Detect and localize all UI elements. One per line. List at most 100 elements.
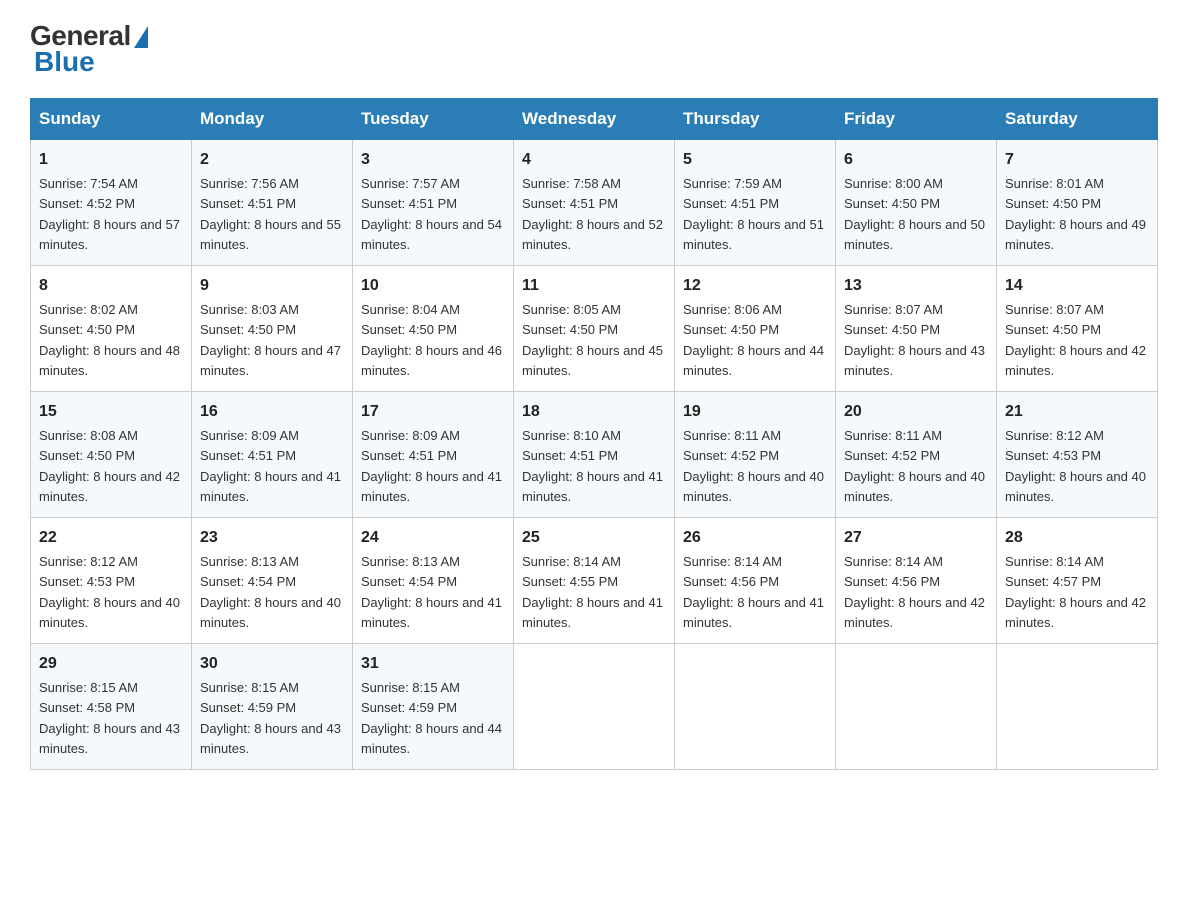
day-info: Sunrise: 8:15 AMSunset: 4:59 PMDaylight:…	[200, 680, 341, 756]
day-info: Sunrise: 7:58 AMSunset: 4:51 PMDaylight:…	[522, 176, 663, 252]
day-number: 19	[683, 400, 827, 424]
day-number: 14	[1005, 274, 1149, 298]
day-number: 8	[39, 274, 183, 298]
day-info: Sunrise: 8:03 AMSunset: 4:50 PMDaylight:…	[200, 302, 341, 378]
day-number: 9	[200, 274, 344, 298]
logo-blue-text: Blue	[34, 46, 95, 78]
day-number: 30	[200, 652, 344, 676]
page-header: General Blue	[30, 20, 1158, 78]
calendar-cell: 11 Sunrise: 8:05 AMSunset: 4:50 PMDaylig…	[514, 266, 675, 392]
day-number: 23	[200, 526, 344, 550]
day-info: Sunrise: 8:11 AMSunset: 4:52 PMDaylight:…	[683, 428, 824, 504]
day-number: 29	[39, 652, 183, 676]
day-number: 26	[683, 526, 827, 550]
day-number: 28	[1005, 526, 1149, 550]
calendar-header-row: SundayMondayTuesdayWednesdayThursdayFrid…	[31, 99, 1158, 140]
day-number: 10	[361, 274, 505, 298]
calendar-cell: 17 Sunrise: 8:09 AMSunset: 4:51 PMDaylig…	[353, 392, 514, 518]
column-header-wednesday: Wednesday	[514, 99, 675, 140]
calendar-cell: 10 Sunrise: 8:04 AMSunset: 4:50 PMDaylig…	[353, 266, 514, 392]
calendar-cell: 1 Sunrise: 7:54 AMSunset: 4:52 PMDayligh…	[31, 140, 192, 266]
day-number: 27	[844, 526, 988, 550]
day-info: Sunrise: 8:14 AMSunset: 4:56 PMDaylight:…	[683, 554, 824, 630]
day-number: 13	[844, 274, 988, 298]
column-header-tuesday: Tuesday	[353, 99, 514, 140]
calendar-cell: 15 Sunrise: 8:08 AMSunset: 4:50 PMDaylig…	[31, 392, 192, 518]
logo-triangle-icon	[134, 26, 148, 48]
column-header-friday: Friday	[836, 99, 997, 140]
day-number: 25	[522, 526, 666, 550]
calendar-table: SundayMondayTuesdayWednesdayThursdayFrid…	[30, 98, 1158, 770]
day-info: Sunrise: 8:14 AMSunset: 4:55 PMDaylight:…	[522, 554, 663, 630]
calendar-week-row: 22 Sunrise: 8:12 AMSunset: 4:53 PMDaylig…	[31, 518, 1158, 644]
calendar-cell: 13 Sunrise: 8:07 AMSunset: 4:50 PMDaylig…	[836, 266, 997, 392]
day-info: Sunrise: 8:13 AMSunset: 4:54 PMDaylight:…	[361, 554, 502, 630]
calendar-cell: 9 Sunrise: 8:03 AMSunset: 4:50 PMDayligh…	[192, 266, 353, 392]
day-info: Sunrise: 8:13 AMSunset: 4:54 PMDaylight:…	[200, 554, 341, 630]
calendar-cell: 8 Sunrise: 8:02 AMSunset: 4:50 PMDayligh…	[31, 266, 192, 392]
day-info: Sunrise: 8:07 AMSunset: 4:50 PMDaylight:…	[844, 302, 985, 378]
calendar-cell	[675, 644, 836, 770]
day-info: Sunrise: 8:12 AMSunset: 4:53 PMDaylight:…	[1005, 428, 1146, 504]
day-number: 22	[39, 526, 183, 550]
day-number: 24	[361, 526, 505, 550]
day-number: 5	[683, 148, 827, 172]
day-number: 31	[361, 652, 505, 676]
day-info: Sunrise: 8:05 AMSunset: 4:50 PMDaylight:…	[522, 302, 663, 378]
day-info: Sunrise: 8:10 AMSunset: 4:51 PMDaylight:…	[522, 428, 663, 504]
day-info: Sunrise: 7:59 AMSunset: 4:51 PMDaylight:…	[683, 176, 824, 252]
day-number: 21	[1005, 400, 1149, 424]
calendar-cell: 18 Sunrise: 8:10 AMSunset: 4:51 PMDaylig…	[514, 392, 675, 518]
calendar-cell	[836, 644, 997, 770]
day-number: 18	[522, 400, 666, 424]
day-number: 7	[1005, 148, 1149, 172]
column-header-saturday: Saturday	[997, 99, 1158, 140]
calendar-cell: 25 Sunrise: 8:14 AMSunset: 4:55 PMDaylig…	[514, 518, 675, 644]
day-number: 12	[683, 274, 827, 298]
day-info: Sunrise: 8:06 AMSunset: 4:50 PMDaylight:…	[683, 302, 824, 378]
day-number: 2	[200, 148, 344, 172]
day-info: Sunrise: 8:09 AMSunset: 4:51 PMDaylight:…	[361, 428, 502, 504]
day-info: Sunrise: 8:14 AMSunset: 4:57 PMDaylight:…	[1005, 554, 1146, 630]
day-number: 17	[361, 400, 505, 424]
calendar-cell: 27 Sunrise: 8:14 AMSunset: 4:56 PMDaylig…	[836, 518, 997, 644]
calendar-cell	[997, 644, 1158, 770]
calendar-cell: 20 Sunrise: 8:11 AMSunset: 4:52 PMDaylig…	[836, 392, 997, 518]
calendar-week-row: 29 Sunrise: 8:15 AMSunset: 4:58 PMDaylig…	[31, 644, 1158, 770]
calendar-cell	[514, 644, 675, 770]
day-number: 20	[844, 400, 988, 424]
calendar-cell: 24 Sunrise: 8:13 AMSunset: 4:54 PMDaylig…	[353, 518, 514, 644]
day-number: 11	[522, 274, 666, 298]
day-number: 16	[200, 400, 344, 424]
day-info: Sunrise: 8:07 AMSunset: 4:50 PMDaylight:…	[1005, 302, 1146, 378]
logo: General Blue	[30, 20, 148, 78]
day-number: 1	[39, 148, 183, 172]
day-info: Sunrise: 8:08 AMSunset: 4:50 PMDaylight:…	[39, 428, 180, 504]
day-info: Sunrise: 8:15 AMSunset: 4:58 PMDaylight:…	[39, 680, 180, 756]
day-info: Sunrise: 8:11 AMSunset: 4:52 PMDaylight:…	[844, 428, 985, 504]
calendar-cell: 30 Sunrise: 8:15 AMSunset: 4:59 PMDaylig…	[192, 644, 353, 770]
column-header-sunday: Sunday	[31, 99, 192, 140]
day-info: Sunrise: 7:54 AMSunset: 4:52 PMDaylight:…	[39, 176, 180, 252]
calendar-cell: 3 Sunrise: 7:57 AMSunset: 4:51 PMDayligh…	[353, 140, 514, 266]
day-info: Sunrise: 8:04 AMSunset: 4:50 PMDaylight:…	[361, 302, 502, 378]
calendar-week-row: 8 Sunrise: 8:02 AMSunset: 4:50 PMDayligh…	[31, 266, 1158, 392]
day-info: Sunrise: 8:00 AMSunset: 4:50 PMDaylight:…	[844, 176, 985, 252]
calendar-cell: 28 Sunrise: 8:14 AMSunset: 4:57 PMDaylig…	[997, 518, 1158, 644]
calendar-cell: 22 Sunrise: 8:12 AMSunset: 4:53 PMDaylig…	[31, 518, 192, 644]
calendar-cell: 7 Sunrise: 8:01 AMSunset: 4:50 PMDayligh…	[997, 140, 1158, 266]
day-info: Sunrise: 8:15 AMSunset: 4:59 PMDaylight:…	[361, 680, 502, 756]
day-info: Sunrise: 8:01 AMSunset: 4:50 PMDaylight:…	[1005, 176, 1146, 252]
day-info: Sunrise: 8:02 AMSunset: 4:50 PMDaylight:…	[39, 302, 180, 378]
calendar-cell: 26 Sunrise: 8:14 AMSunset: 4:56 PMDaylig…	[675, 518, 836, 644]
day-info: Sunrise: 8:09 AMSunset: 4:51 PMDaylight:…	[200, 428, 341, 504]
calendar-cell: 19 Sunrise: 8:11 AMSunset: 4:52 PMDaylig…	[675, 392, 836, 518]
day-info: Sunrise: 8:14 AMSunset: 4:56 PMDaylight:…	[844, 554, 985, 630]
calendar-cell: 21 Sunrise: 8:12 AMSunset: 4:53 PMDaylig…	[997, 392, 1158, 518]
calendar-week-row: 1 Sunrise: 7:54 AMSunset: 4:52 PMDayligh…	[31, 140, 1158, 266]
column-header-thursday: Thursday	[675, 99, 836, 140]
day-number: 3	[361, 148, 505, 172]
calendar-cell: 14 Sunrise: 8:07 AMSunset: 4:50 PMDaylig…	[997, 266, 1158, 392]
day-number: 4	[522, 148, 666, 172]
calendar-cell: 4 Sunrise: 7:58 AMSunset: 4:51 PMDayligh…	[514, 140, 675, 266]
